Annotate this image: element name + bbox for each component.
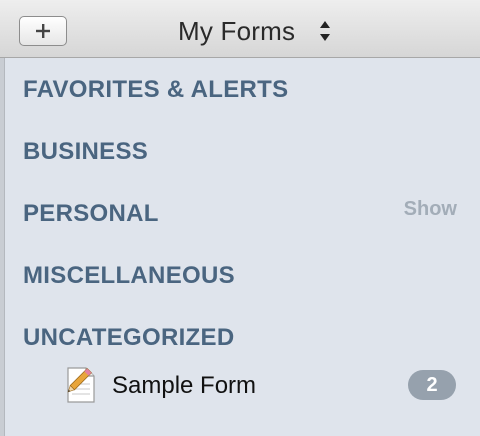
section-miscellaneous[interactable]: MISCELLANEOUS [23, 262, 235, 290]
form-document-pencil-icon [67, 367, 95, 403]
section-business[interactable]: BUSINESS [23, 138, 148, 166]
forms-selector[interactable]: My Forms [178, 14, 331, 48]
up-down-arrows-icon [320, 21, 331, 41]
count-badge: 2 [408, 370, 456, 400]
section-favorites-alerts[interactable]: FAVORITES & ALERTS [23, 76, 288, 104]
header-bar: My Forms [0, 0, 480, 58]
form-item-sample-form[interactable]: Sample Form 2 [62, 364, 462, 406]
page-title: My Forms [178, 15, 296, 46]
form-item-label: Sample Form [112, 372, 257, 399]
section-personal[interactable]: PERSONAL [23, 200, 159, 228]
plus-icon [36, 24, 50, 38]
show-personal-link[interactable]: Show [404, 198, 457, 221]
window-left-edge [0, 0, 5, 436]
add-form-button[interactable] [19, 16, 67, 46]
section-uncategorized[interactable]: UNCATEGORIZED [23, 324, 234, 352]
